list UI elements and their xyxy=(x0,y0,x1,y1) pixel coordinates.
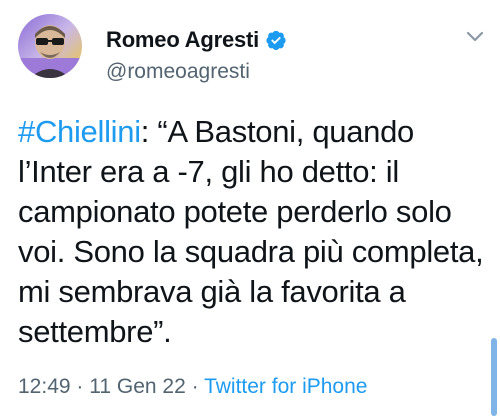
tweet-card: Romeo Agresti @romeoagresti #Chiellini: … xyxy=(0,0,500,416)
tweet-time[interactable]: 12:49 xyxy=(18,375,71,398)
tweet-date[interactable]: 11 Gen 22 xyxy=(89,375,186,398)
author-handle[interactable]: @romeoagresti xyxy=(106,60,250,84)
author-display-name[interactable]: Romeo Agresti xyxy=(106,27,259,53)
tweet-meta: 12:49 · 11 Gen 22 · Twitter for iPhone xyxy=(18,375,367,399)
tweet-body: : “A Bastoni, quando l’Inter era a -7, g… xyxy=(18,114,484,349)
verified-badge-icon xyxy=(265,29,287,51)
chevron-down-icon[interactable] xyxy=(464,28,486,46)
scrollbar-thumb[interactable] xyxy=(491,338,497,416)
meta-separator: · xyxy=(70,375,90,398)
avatar[interactable] xyxy=(18,14,82,78)
meta-separator-2: · xyxy=(185,375,205,398)
tweet-text: #Chiellini: “A Bastoni, quando l’Inter e… xyxy=(18,112,488,352)
avatar-image xyxy=(18,14,82,78)
hashtag-link[interactable]: #Chiellini xyxy=(18,114,141,149)
author-name-row[interactable]: Romeo Agresti xyxy=(106,26,287,54)
tweet-source-link[interactable]: Twitter for iPhone xyxy=(204,375,367,398)
